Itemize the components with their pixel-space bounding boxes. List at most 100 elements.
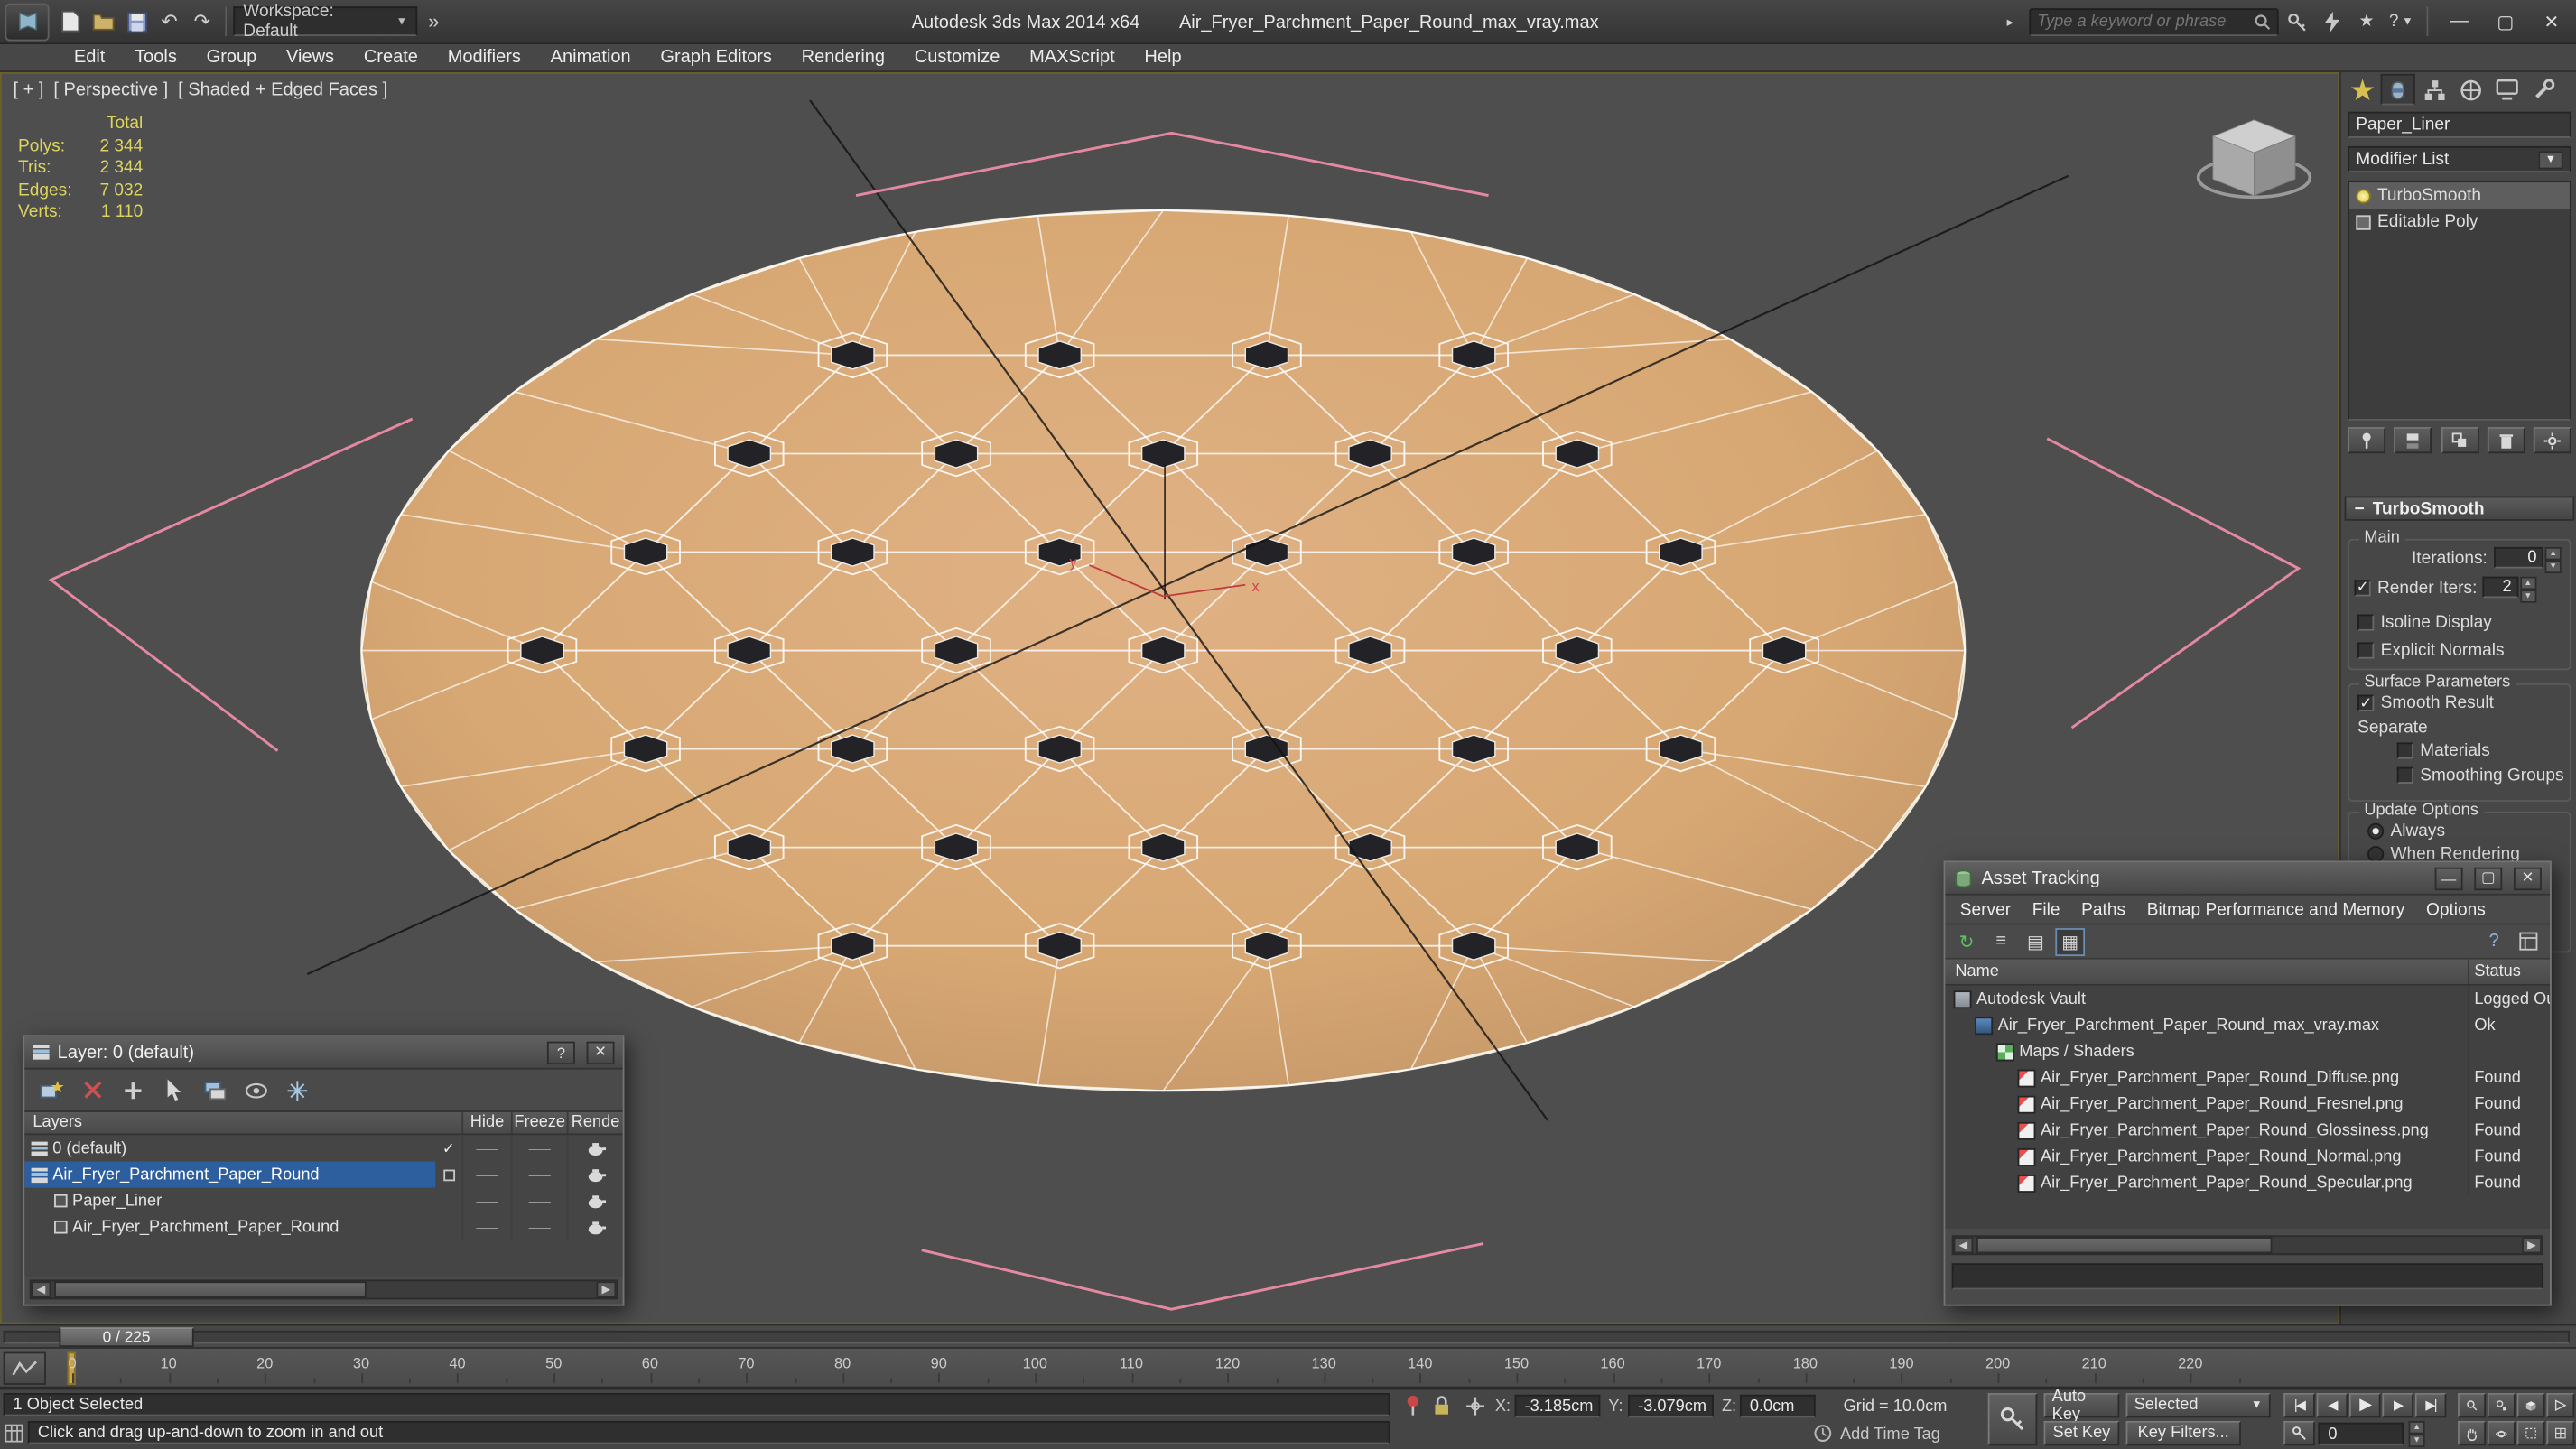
window-grid-icon[interactable]: [2, 1421, 24, 1445]
isoline-display-checkbox[interactable]: [2357, 614, 2375, 631]
object-name-field[interactable]: Paper_Liner: [2348, 111, 2571, 138]
layer-name-cell[interactable]: Air_Fryer_Parchment_Paper_Round: [24, 1214, 435, 1240]
column-render[interactable]: Rende: [566, 1111, 623, 1134]
go-to-start-button[interactable]: |◀: [2283, 1393, 2315, 1418]
modifier-stack-item[interactable]: Editable Poly: [2349, 209, 2570, 235]
asset-hscrollbar[interactable]: ◀ ▶: [1951, 1235, 2543, 1256]
tab-modify[interactable]: [2380, 73, 2415, 106]
freeze-cell[interactable]: –––: [510, 1135, 567, 1162]
hide-cell[interactable]: –––: [461, 1213, 511, 1240]
key-filters-button[interactable]: Key Filters...: [2125, 1420, 2241, 1446]
column-status[interactable]: Status: [2468, 959, 2550, 984]
toolbar-overflow-icon[interactable]: »: [417, 5, 450, 37]
column-name[interactable]: Name: [1945, 962, 2468, 980]
close-icon[interactable]: ✕: [586, 1040, 615, 1064]
editable-poly-icon[interactable]: [2356, 214, 2371, 229]
menu-animation[interactable]: Animation: [535, 48, 646, 68]
current-layer-cell[interactable]: [435, 1214, 461, 1240]
maximize-viewport-toggle[interactable]: [2546, 1420, 2575, 1446]
viewport-shading-menu[interactable]: [ Shaded + Edged Faces ]: [178, 80, 387, 100]
materials-checkbox[interactable]: [2396, 742, 2413, 759]
asset-row[interactable]: Air_Fryer_Parchment_Paper_Round_Normal.p…: [1945, 1143, 2550, 1170]
close-button[interactable]: ✕: [2530, 5, 2572, 37]
new-scene-icon[interactable]: [54, 5, 87, 37]
pin-stack-icon[interactable]: [2348, 427, 2386, 454]
render-cell[interactable]: [566, 1161, 623, 1188]
tab-create[interactable]: [2345, 74, 2379, 106]
layer-name-cell[interactable]: 0 (default): [24, 1135, 435, 1161]
current-layer-cell[interactable]: [435, 1161, 461, 1187]
render-cell[interactable]: [566, 1213, 623, 1240]
selection-lock-toggle[interactable]: [1427, 1393, 1455, 1417]
asset-row[interactable]: Air_Fryer_Parchment_Paper_Round_Diffuse.…: [1945, 1064, 2550, 1091]
key-mode-dropdown[interactable]: Selected ▼: [2125, 1393, 2271, 1418]
asset-help-icon[interactable]: ?: [2479, 927, 2509, 955]
detail-view-icon[interactable]: ▤: [2021, 927, 2051, 955]
hide-layers-icon[interactable]: [240, 1075, 273, 1105]
render-iters-field[interactable]: 2: [2481, 576, 2518, 599]
menu-modifiers[interactable]: Modifiers: [432, 48, 535, 68]
asset-row[interactable]: Air_Fryer_Parchment_Paper_Round_Specular…: [1945, 1169, 2550, 1196]
render-iters-checkbox[interactable]: ✓: [2354, 578, 2371, 596]
scroll-left-icon[interactable]: ◀: [1953, 1237, 1974, 1254]
time-slider-track[interactable]: [3, 1330, 2570, 1344]
hide-cell[interactable]: –––: [461, 1187, 511, 1214]
orbit-icon[interactable]: [2487, 1420, 2516, 1446]
play-button[interactable]: ▶: [2349, 1393, 2381, 1418]
iterations-spinner[interactable]: ▲ ▼: [2544, 546, 2562, 574]
search-icon[interactable]: [2254, 13, 2271, 31]
set-key-button[interactable]: Set Key: [2043, 1420, 2120, 1446]
scrollbar-thumb[interactable]: [1976, 1237, 2273, 1254]
hide-cell[interactable]: –––: [461, 1135, 511, 1162]
help-icon[interactable]: ? ▼: [2385, 5, 2417, 37]
key-mode-toggle[interactable]: [2283, 1420, 2315, 1446]
menu-edit[interactable]: Edit: [60, 48, 120, 68]
refresh-icon[interactable]: ↻: [1952, 927, 1982, 955]
asset-row[interactable]: Air_Fryer_Parchment_Paper_Round_Glossine…: [1945, 1117, 2550, 1144]
asset-row[interactable]: Air_Fryer_Parchment_Paper_Round_Fresnel.…: [1945, 1091, 2550, 1118]
save-file-icon[interactable]: [120, 5, 153, 37]
menu-tools[interactable]: Tools: [120, 48, 191, 68]
layer-row[interactable]: Air_Fryer_Parchment_Paper_Round ––– –––: [24, 1213, 623, 1240]
current-layer-cell[interactable]: [435, 1188, 461, 1214]
select-highlighted-icon[interactable]: [158, 1075, 191, 1105]
configure-modifier-sets-icon[interactable]: [2533, 427, 2571, 454]
turbosmooth-rollout-header[interactable]: − TurboSmooth: [2344, 496, 2575, 521]
scrollbar-thumb[interactable]: [54, 1281, 367, 1298]
y-coordinate-field[interactable]: -3.079cm: [1628, 1394, 1714, 1418]
modifier-list-dropdown[interactable]: Modifier List ▼: [2348, 145, 2571, 173]
remove-modifier-icon[interactable]: [2487, 427, 2525, 454]
mini-curve-editor-button[interactable]: [3, 1351, 46, 1385]
maximize-icon[interactable]: ▢: [2474, 866, 2503, 890]
menu-maxscript[interactable]: MAXScript: [1015, 48, 1130, 68]
smoothing-groups-checkbox[interactable]: [2396, 766, 2413, 784]
menu-views[interactable]: Views: [272, 48, 349, 68]
layer-name-cell[interactable]: Paper_Liner: [24, 1188, 435, 1214]
pan-hand-icon[interactable]: [2458, 1420, 2487, 1446]
add-to-layer-icon[interactable]: [116, 1075, 149, 1105]
column-hide[interactable]: Hide: [461, 1111, 511, 1134]
close-icon[interactable]: ✕: [2513, 866, 2542, 890]
asset-options-icon[interactable]: [2514, 927, 2543, 955]
scroll-left-icon[interactable]: ◀: [31, 1281, 51, 1298]
sign-in-icon[interactable]: [2282, 5, 2313, 37]
search-input[interactable]: [2037, 12, 2255, 31]
layer-hscrollbar[interactable]: ◀ ▶: [29, 1279, 618, 1300]
asset-dialog-titlebar[interactable]: Asset Tracking — ▢ ✕: [1945, 862, 2551, 896]
frame-spinner[interactable]: ▲ ▼: [2408, 1420, 2425, 1448]
make-unique-icon[interactable]: [2441, 427, 2478, 454]
hide-cell[interactable]: –––: [461, 1161, 511, 1188]
tab-motion[interactable]: [2453, 74, 2488, 106]
layer-row[interactable]: Paper_Liner ––– –––: [24, 1187, 622, 1214]
delete-layer-icon[interactable]: [76, 1075, 108, 1105]
asset-menu-server[interactable]: Server: [1960, 899, 2011, 919]
viewport-pov-menu[interactable]: [ Perspective ]: [53, 80, 168, 100]
asset-row[interactable]: Autodesk Vault Logged Ou: [1945, 985, 2550, 1012]
column-layers[interactable]: Layers: [24, 1114, 461, 1132]
minimize-icon[interactable]: —: [2434, 866, 2463, 890]
show-end-result-icon[interactable]: [2394, 427, 2432, 454]
next-frame-button[interactable]: ▶: [2382, 1393, 2413, 1418]
app-button[interactable]: [5, 2, 50, 41]
undo-icon[interactable]: ↶: [153, 5, 185, 37]
scroll-right-icon[interactable]: ▶: [596, 1281, 617, 1298]
